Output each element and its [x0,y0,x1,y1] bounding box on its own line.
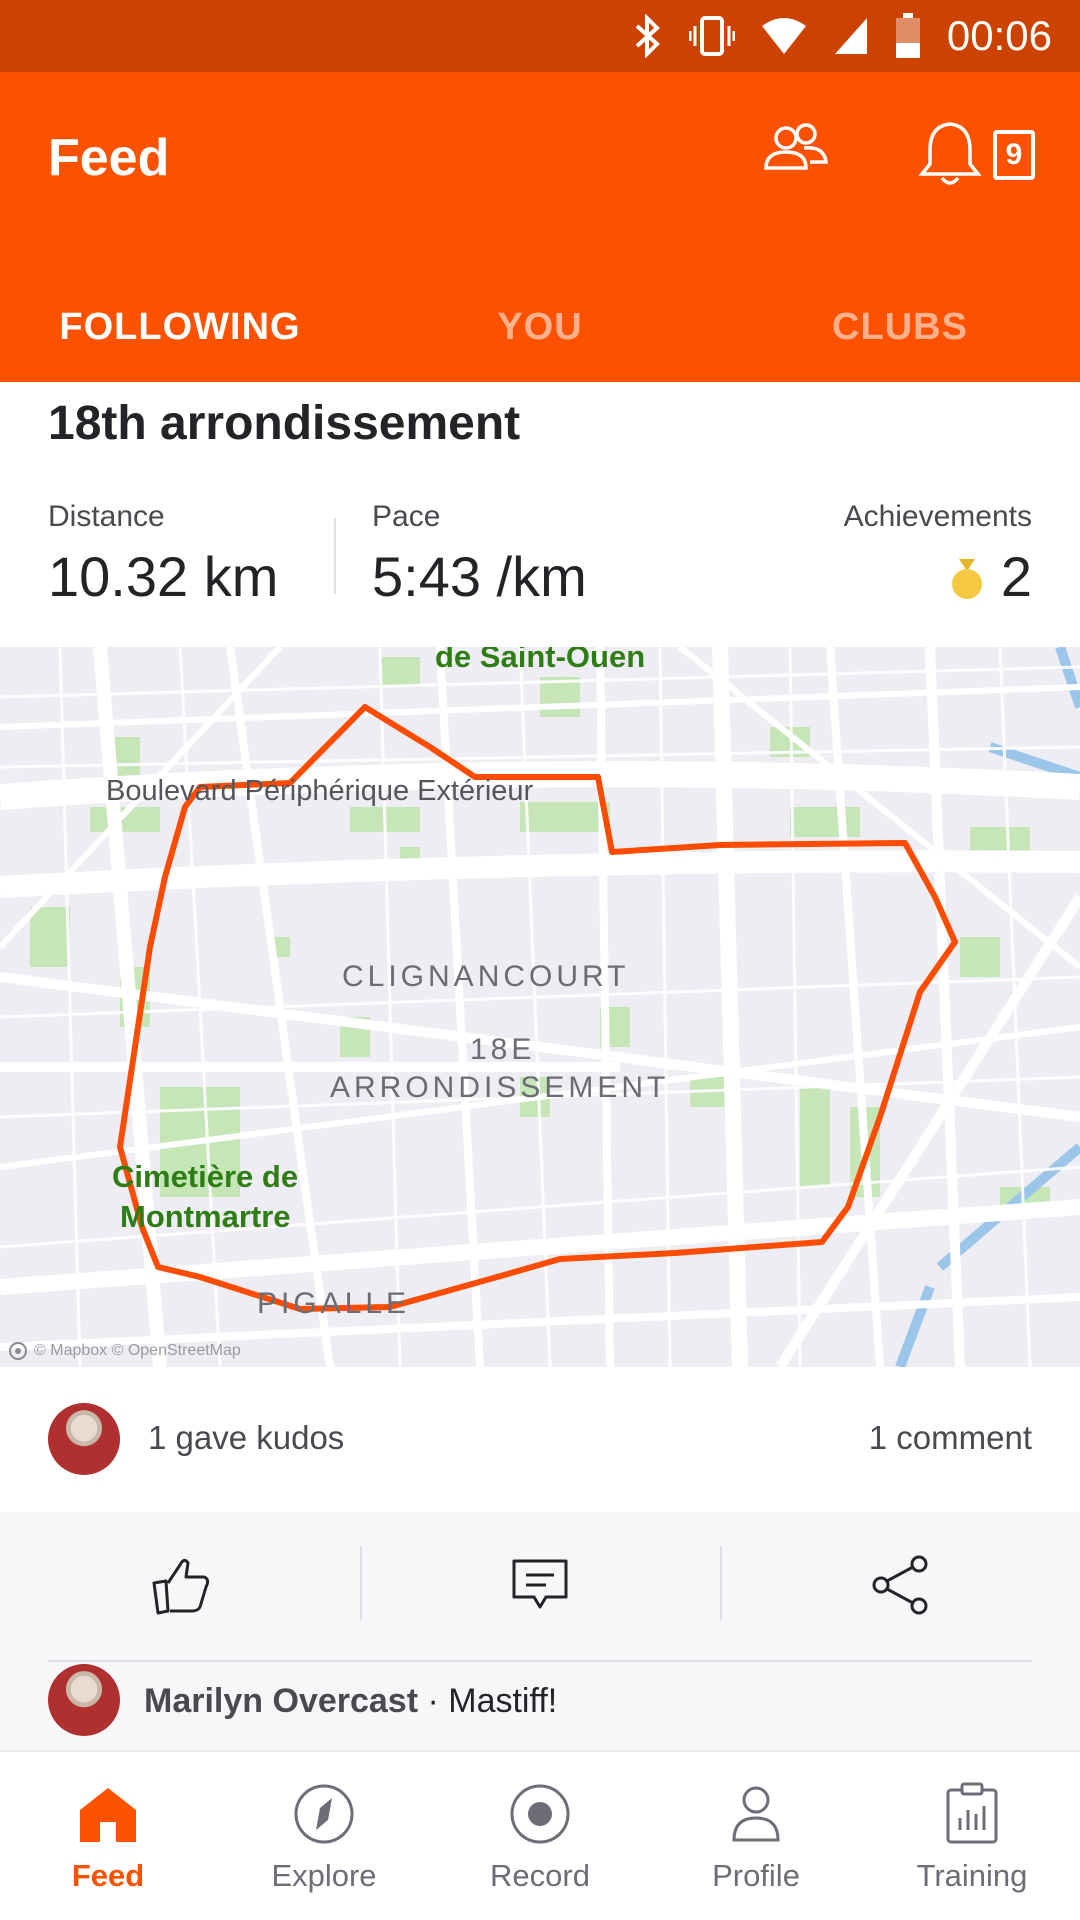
comment-text: Mastiff! [448,1682,558,1720]
comment-icon [512,1559,568,1609]
app-header: Feed 9 FOLLOWING YOU CLUBS [0,72,1080,388]
activity-title[interactable]: 18th arrondissement [48,396,520,451]
stat-distance: Distance 10.32 km [48,500,278,609]
feed-content[interactable]: 18th arrondissement Distance 10.32 km Pa… [0,382,1080,1750]
clipboard-chart-icon [946,1782,998,1844]
map-label-boulevard: Boulevard Périphérique Extérieur [106,775,534,807]
comment-preview[interactable]: Marilyn Overcast · Mastiff! [0,1662,1080,1750]
achievements-value-row: 2 [844,544,1032,614]
notification-badge: 9 [993,130,1035,180]
map-attribution-text: © Mapbox © OpenStreetMap [34,1342,241,1359]
avatar[interactable] [48,1403,120,1475]
pace-label: Pace [372,500,441,533]
stat-pace: Pace 5:43 /km [372,500,587,609]
share-icon [872,1555,928,1615]
status-bar: 00:06 [0,0,1080,72]
page-title: Feed [48,129,170,187]
map-label-pigalle: PIGALLE [257,1287,411,1320]
tab-clubs[interactable]: CLUBS [720,272,1080,382]
nav-record[interactable]: Record [432,1752,648,1920]
map-label-arr-18e: 18E [470,1033,536,1066]
nav-profile[interactable]: Profile [648,1752,864,1920]
comment-separator: · [418,1682,449,1720]
nav-label-training: Training [916,1858,1028,1893]
nav-feed[interactable]: Feed [0,1752,216,1920]
thumbs-up-icon [152,1558,210,1615]
tab-you[interactable]: YOU [360,272,720,382]
kudos-row[interactable]: 1 gave kudos 1 comment [0,1367,1080,1512]
comment-button[interactable] [360,1512,720,1658]
compass-icon [294,1784,354,1844]
bluetooth-icon [633,14,663,58]
nav-label-profile: Profile [712,1858,800,1893]
map-label-clignancourt: CLIGNANCOURT [342,960,630,993]
activity-stats: Distance 10.32 km Pace 5:43 /km Achievem… [48,500,1032,620]
record-icon [510,1784,570,1844]
map-attribution[interactable]: © Mapbox © OpenStreetMap [8,1341,241,1361]
map-label-cemetery-1: Cimetière de [112,1159,299,1194]
stat-divider [334,518,336,594]
tab-following[interactable]: FOLLOWING [0,272,360,388]
cell-signal-icon [833,16,869,56]
distance-value: 10.32 km [48,545,279,608]
battery-icon [895,13,921,59]
nav-training[interactable]: Training [864,1752,1080,1920]
map-graphic [0,647,1080,1367]
kudos-text[interactable]: 1 gave kudos [148,1419,344,1457]
stat-achievements: Achievements 2 [844,500,1032,614]
nav-label-record: Record [490,1858,590,1893]
action-buttons [0,1512,1080,1658]
wifi-icon [761,16,807,56]
people-icon [764,123,828,170]
person-icon [732,1786,780,1842]
nav-label-feed: Feed [71,1858,145,1893]
achievements-label: Achievements [843,500,1032,533]
map-label-arrondissement: ARRONDISSEMENT [330,1071,670,1104]
comment-author[interactable]: Marilyn Overcast [144,1682,418,1720]
comment-line: Marilyn Overcast · Mastiff! [144,1682,557,1721]
distance-label: Distance [48,500,165,533]
map-label-saint-ouen: de Saint-Ouen [435,647,646,674]
pace-value: 5:43 /km [372,545,587,608]
nav-label-explore: Explore [271,1858,377,1893]
achievements-value: 2 [1000,545,1032,608]
feed-tabs: FOLLOWING YOU CLUBS [0,272,1080,388]
route-map[interactable]: de Saint-Ouen Boulevard Périphérique Ext… [0,647,1080,1367]
medal-icon [949,549,985,614]
find-friends-button[interactable] [760,122,830,183]
home-icon [80,1788,136,1842]
notifications-button[interactable] [918,118,982,193]
nav-explore[interactable]: Explore [216,1752,432,1920]
comment-count[interactable]: 1 comment [869,1419,1032,1457]
map-label-cemetery-2: Montmartre [120,1199,291,1234]
vibrate-icon [688,14,735,58]
share-button[interactable] [720,1512,1080,1658]
kudos-button[interactable] [0,1512,360,1658]
avatar[interactable] [48,1664,120,1736]
status-time: 00:06 [946,12,1052,59]
bottom-nav: Feed Explore Record Profile Training [0,1750,1080,1920]
bell-icon [918,122,982,185]
action-bar [0,1512,1080,1662]
mapbox-logo-icon [8,1341,28,1361]
